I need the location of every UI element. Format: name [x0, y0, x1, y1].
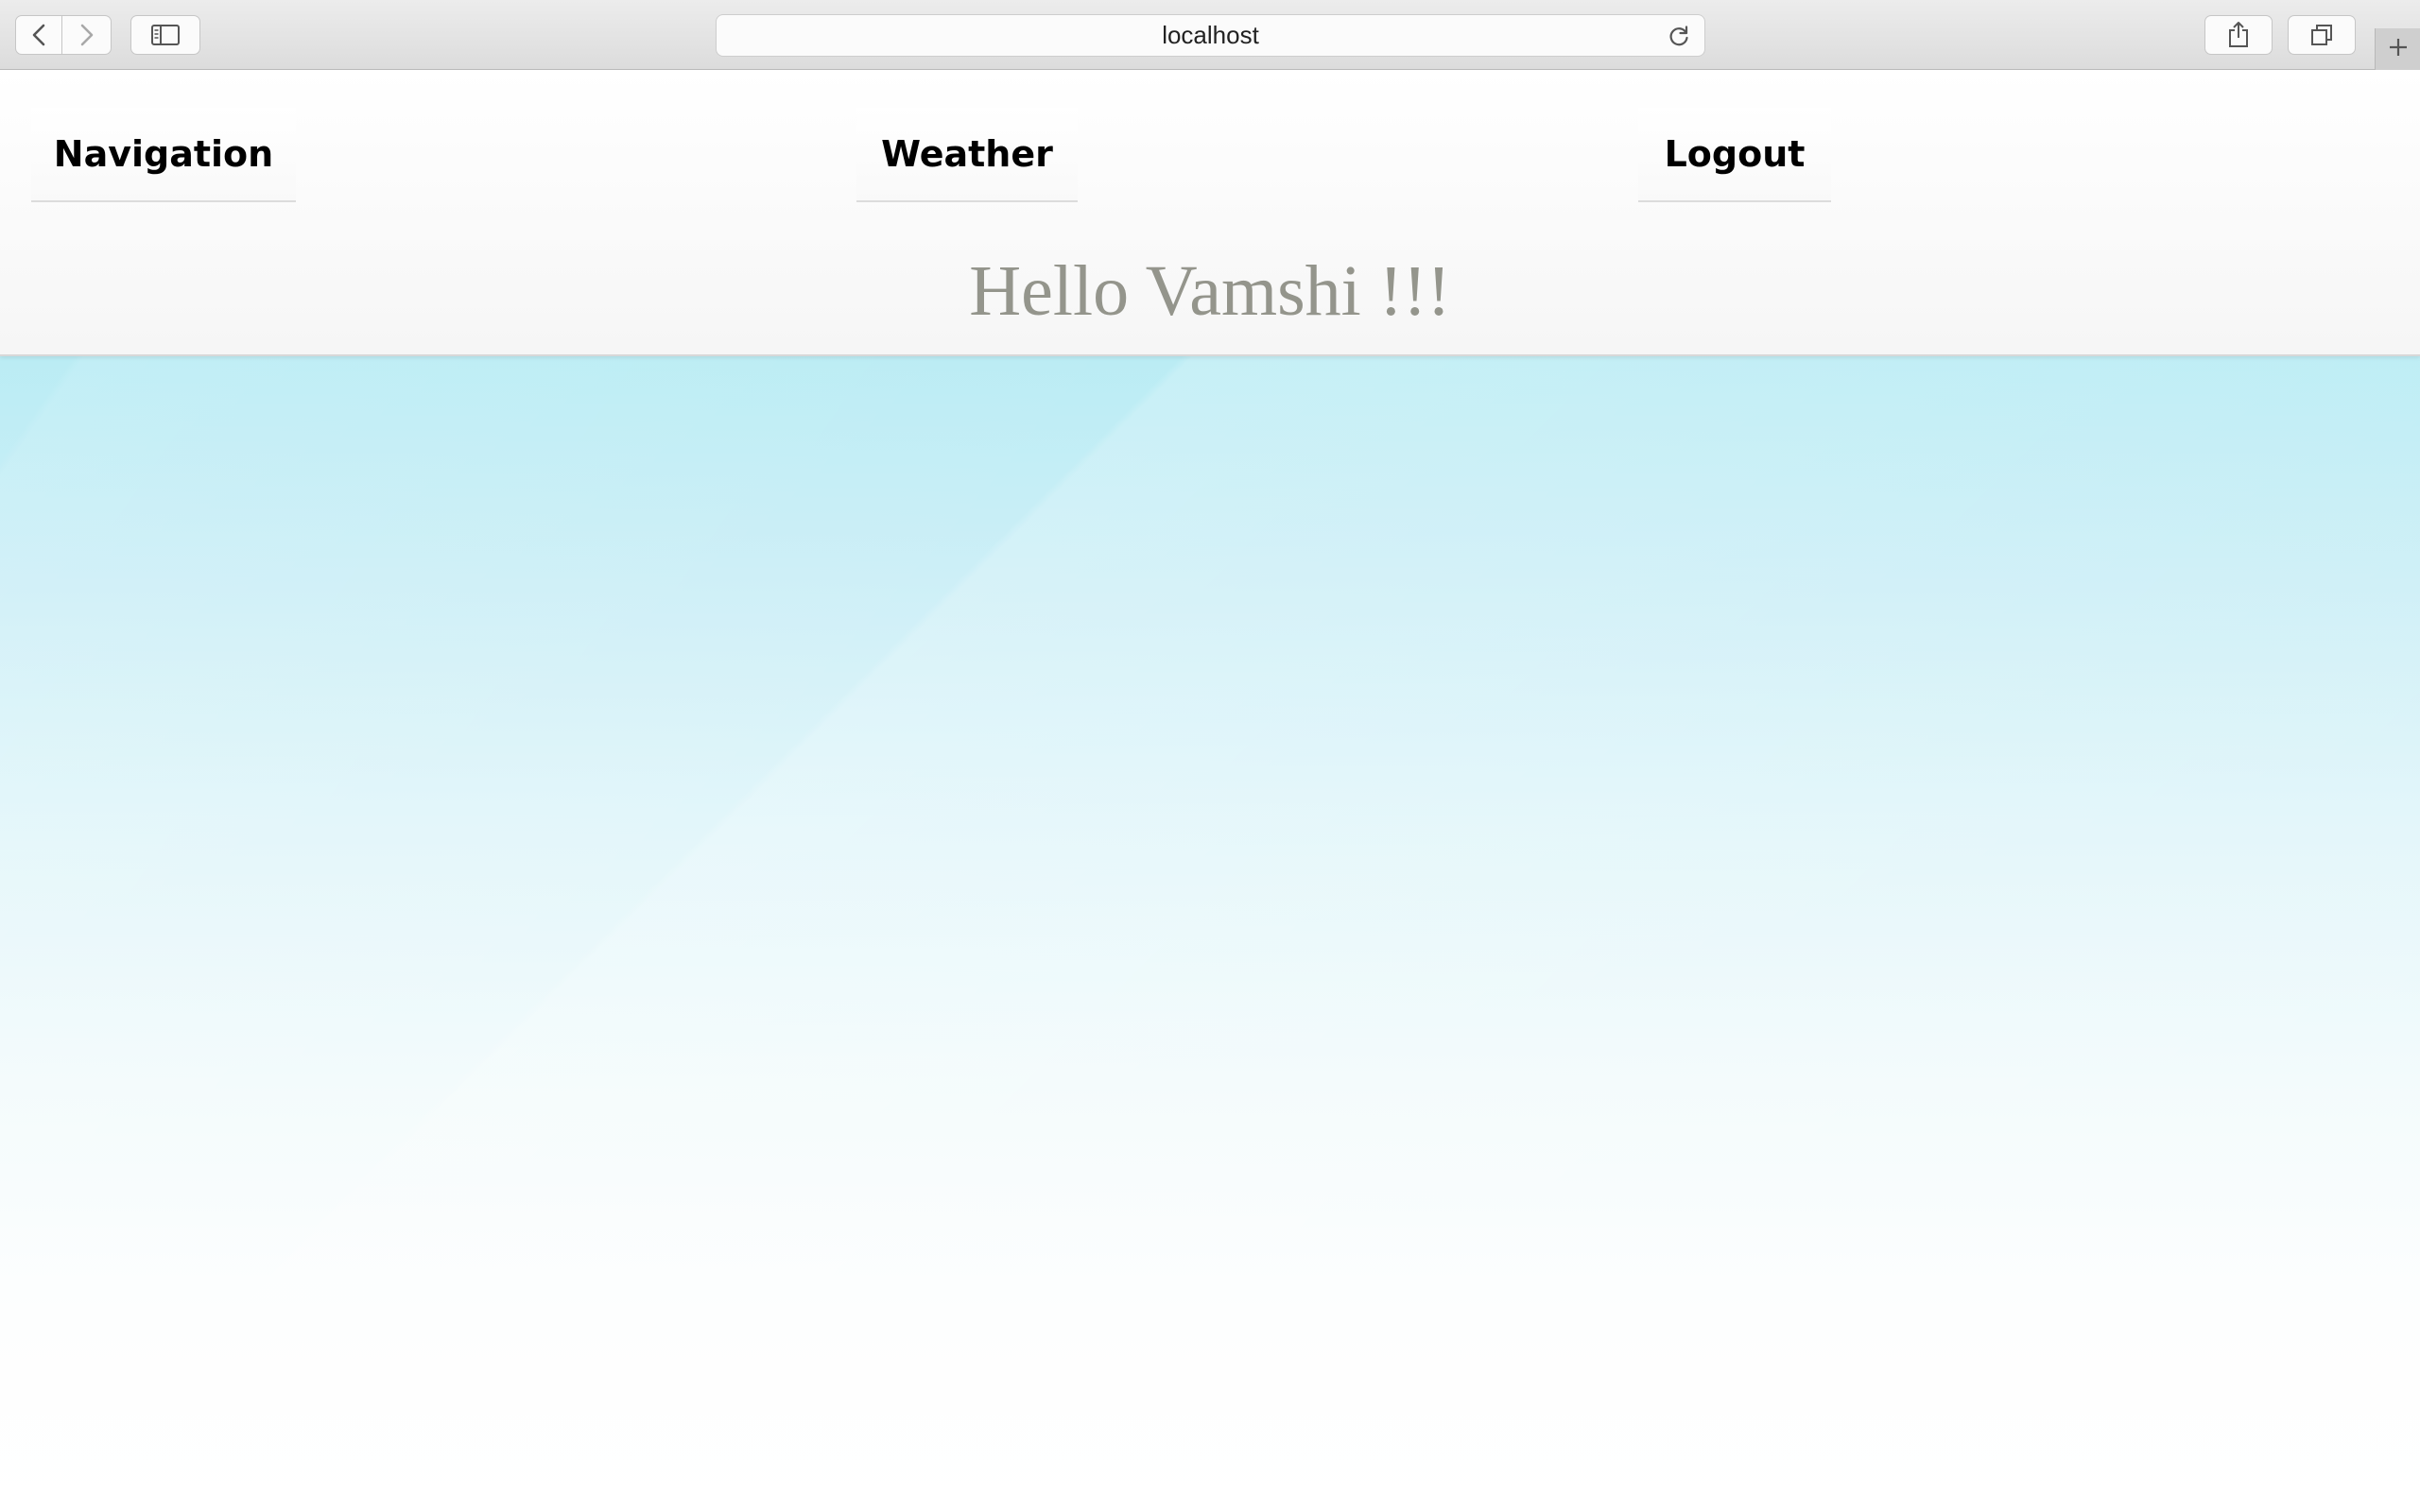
reload-icon[interactable]: [1667, 24, 1691, 52]
back-button[interactable]: [15, 15, 62, 55]
browser-toolbar: localhost: [0, 0, 2420, 70]
plus-icon: [2387, 36, 2410, 62]
nav-link-logout[interactable]: Logout: [1638, 108, 1831, 202]
nav-link-weather[interactable]: Weather: [856, 108, 1078, 202]
sidebar-icon: [150, 24, 181, 46]
page-viewport: Navigation Weather Logout Hello Vamshi !…: [0, 70, 2420, 1512]
tabs-overview-icon: [2309, 23, 2334, 47]
new-tab-button[interactable]: [2375, 28, 2420, 70]
url-text: localhost: [1162, 21, 1259, 49]
share-button[interactable]: [2204, 15, 2273, 55]
greeting-heading: Hello Vamshi !!!: [969, 251, 1451, 331]
forward-button[interactable]: [62, 15, 112, 55]
chevron-right-icon: [78, 23, 95, 47]
tab-overview-button[interactable]: [2288, 15, 2356, 55]
page-header: Navigation Weather Logout Hello Vamshi !…: [0, 70, 2420, 356]
chevron-left-icon: [30, 23, 47, 47]
address-bar[interactable]: localhost: [716, 14, 1705, 57]
sidebar-toggle-button[interactable]: [130, 15, 200, 55]
share-icon: [2226, 21, 2251, 49]
nav-link-navigation[interactable]: Navigation: [31, 108, 296, 202]
